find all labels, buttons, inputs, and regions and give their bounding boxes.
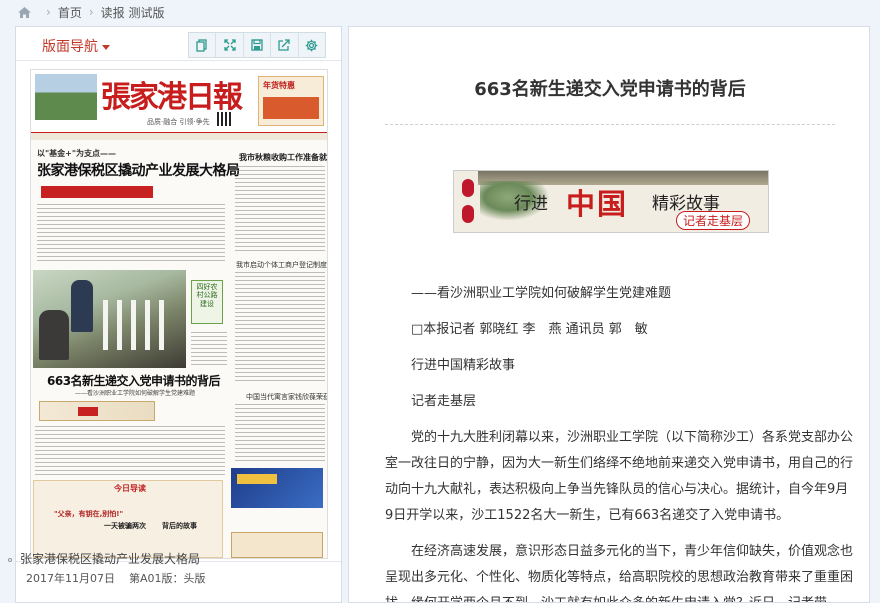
- masthead-photo: [35, 74, 97, 120]
- breadcrumb-separator: ›: [88, 5, 94, 19]
- masthead-title: 張家港日報: [101, 80, 243, 115]
- headline2: 663名新生递交入党申请书的背后: [47, 374, 221, 388]
- right-headline-3: 中国当代寓言家钱欣葆荣获金骆驼奖: [246, 393, 328, 401]
- article-paragraph: 记者走基层: [411, 394, 477, 409]
- headline1-kicker: 以"基金+"为支点——: [37, 149, 117, 158]
- settings-icon[interactable]: [299, 33, 325, 57]
- masthead-ad: 年货特惠: [258, 76, 324, 126]
- newspaper-page-thumbnail[interactable]: 張家港日報 品质·融合 引领·争先 年货特惠 以"基金+"为支点—— 张家港保税…: [30, 69, 328, 559]
- save-icon[interactable]: [244, 33, 272, 57]
- masthead-rule: [31, 132, 327, 140]
- qr-code: [217, 112, 231, 126]
- banner-word-1: 行进: [514, 194, 548, 214]
- page-nav-dropdown[interactable]: 版面导航: [42, 36, 110, 56]
- photo-person: [39, 310, 69, 360]
- share-icon[interactable]: [271, 33, 299, 57]
- masthead-ad-title: 年货特惠: [263, 81, 295, 90]
- copy-icon[interactable]: [189, 33, 217, 57]
- article-banner-image: 行进 中国 精彩故事 记者走基层: [453, 170, 769, 233]
- article-panel: 663名新生递交入党申请书的背后 行进 中国 精彩故事 记者走基层 ——看沙洲职…: [348, 26, 870, 603]
- breadcrumb-separator: ›: [46, 5, 51, 19]
- panel-header: 版面导航: [16, 27, 341, 61]
- article-list-item-label: 张家港保税区撬动产业发展大格局: [20, 552, 201, 566]
- article-byline: □本报记者 郭晓红 李 燕 通讯员 郭 敏: [411, 322, 648, 337]
- breadcrumb-current: 读报 测试版: [100, 5, 165, 20]
- banner-stamp: 记者走基层: [676, 211, 751, 230]
- page-label: 第A01版：头版: [129, 571, 206, 585]
- right-headline-2: 我市启动个体工商户登记制度改革: [236, 261, 327, 269]
- article-body: ——看沙洲职业工学院如何破解学生党建难题 □本报记者 郭晓红 李 燕 通讯员 郭…: [385, 281, 855, 602]
- article-paragraph: 在经济高速发展，意识形态日益多元化的当下，青少年信仰缺失，价值观念也呈现出多元化…: [385, 544, 854, 602]
- guide-item: 一天被骗两次: [104, 522, 146, 530]
- masthead-slogan: 品质·融合 引领·争先: [147, 118, 210, 126]
- side-tag: 四好农村公路建设: [191, 280, 223, 324]
- article-list-item[interactable]: 张家港保税区撬动产业发展大格局: [8, 550, 200, 567]
- right-headline: 我市秋粮收购工作准备就绪: [239, 153, 328, 162]
- guide-quote: "父亲，有钥在,别怕!": [54, 510, 124, 518]
- headline1: 张家港保税区撬动产业发展大格局: [37, 163, 240, 179]
- page-nav-label: 版面导航: [42, 39, 98, 55]
- photo-person: [71, 280, 93, 332]
- banner-word-2: 中国: [566, 187, 629, 221]
- text-column: [35, 426, 225, 476]
- text-column: [235, 166, 325, 252]
- issue-date: 2017年11月07日: [26, 571, 115, 585]
- text-column: [235, 272, 325, 384]
- breadcrumb: › 首页 › 读报 测试版: [0, 0, 880, 24]
- bullet-icon: [8, 557, 12, 562]
- ad-block: [231, 468, 323, 508]
- lantern-icon: [462, 179, 474, 197]
- guide-item: 背后的故事: [162, 522, 197, 530]
- expand-icon[interactable]: [216, 33, 244, 57]
- masthead: 張家港日報 品质·融合 引领·争先 年货特惠: [31, 70, 327, 132]
- text-column: [235, 404, 325, 462]
- mini-banner: [39, 401, 155, 421]
- text-column: [191, 332, 227, 368]
- mini-banner-mark: [78, 407, 98, 416]
- ad-block-mark: [237, 474, 277, 484]
- photo-fence: [103, 300, 173, 350]
- article-paragraph: 党的十九大胜利闭幕以来，沙洲职业工学院（以下简称沙工）各系党支部办公室一改往日的…: [385, 430, 854, 523]
- home-icon[interactable]: [18, 6, 31, 18]
- paper-toolbar: [188, 32, 326, 58]
- red-tag-strip: [41, 186, 153, 198]
- text-column: [37, 204, 225, 264]
- ad-block-bottom: [231, 532, 323, 558]
- article-paragraph: ——看沙洲职业工学院如何破解学生党建难题: [411, 286, 672, 301]
- masthead-ad-image: [263, 97, 319, 119]
- headline2-subtitle: ——看沙洲职业工学院如何破解学生党建难题: [75, 390, 196, 397]
- breadcrumb-home-link[interactable]: 首页: [58, 4, 82, 21]
- news-photo: [33, 270, 186, 368]
- today-guide-box: 今日导读 "父亲，有钥在,别怕!" 一天被骗两次 背后的故事: [33, 480, 223, 558]
- guide-title: 今日导读: [114, 484, 146, 493]
- lantern-icon: [462, 205, 474, 223]
- article-title: 663名新生递交入党申请书的背后: [474, 79, 746, 100]
- title-divider: [385, 124, 835, 125]
- chevron-down-icon: [102, 44, 110, 50]
- page-navigation-panel: 版面导航 張家港日報 品质·融合 引领·争先 年货特惠 以"基金+"为支点—— …: [15, 26, 342, 603]
- article-paragraph: 行进中国精彩故事: [411, 358, 516, 373]
